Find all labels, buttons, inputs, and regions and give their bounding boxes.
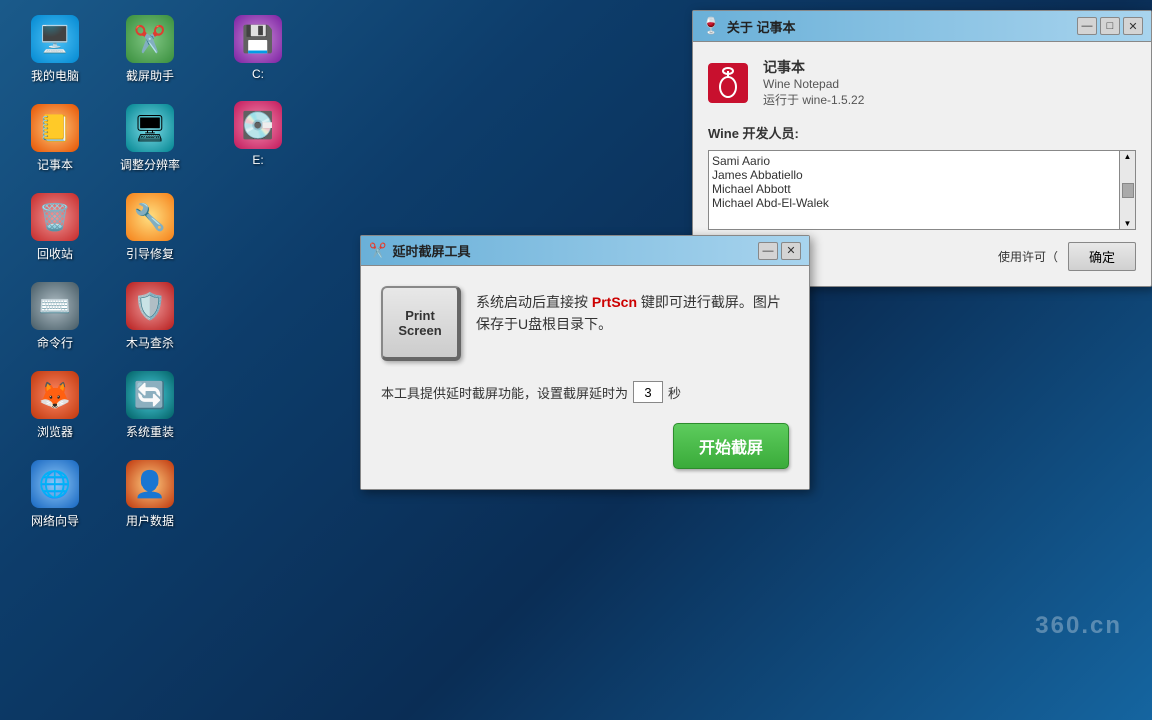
tool-dialog-titlebar: ✂️ 延时截屏工具 — ✕ (361, 236, 809, 266)
network-icon: 🌐 (31, 460, 79, 508)
tool-dialog-content: Print Screen 系统启动后直接按 PrtScn 键即可进行截屏。图片保… (361, 266, 809, 489)
disk-c-icon: 💾 (234, 15, 282, 63)
about-app-version: 运行于 wine-1.5.22 (763, 91, 864, 108)
notepad-icon: 📒 (31, 104, 79, 152)
tool-minimize-button[interactable]: — (758, 242, 778, 260)
scroll-down-icon[interactable]: ▼ (1124, 219, 1132, 228)
screenshot-icon: ✂️ (126, 15, 174, 63)
disk-e-label: E: (252, 153, 263, 167)
repair-icon: 🔧 (126, 193, 174, 241)
desktop-icon-network[interactable]: 🌐 网络向导 (15, 455, 95, 534)
about-app-subname: Wine Notepad (763, 77, 864, 91)
info-text-before: 系统启动后直接按 (476, 294, 592, 310)
reinstall-icon: 🔄 (126, 371, 174, 419)
scroll-thumb (1122, 183, 1134, 198)
tool-info-row: Print Screen 系统启动后直接按 PrtScn 键即可进行截屏。图片保… (381, 286, 789, 361)
developer-item-3: Michael Abd-El-Walek (712, 196, 1116, 210)
desktop-icon-grid: 🖥️ 我的电脑 📒 记事本 🗑️ 回收站 ⌨️ 命令行 🦊 浏览器 🌐 网络向导 (15, 10, 95, 690)
screenshot-label: 截屏助手 (126, 67, 174, 84)
about-maximize-button[interactable]: □ (1100, 17, 1120, 35)
virus-label: 木马查杀 (126, 334, 174, 351)
printscreen-line2: Screen (398, 323, 441, 338)
about-ok-button[interactable]: 确定 (1068, 242, 1136, 271)
desktop-icon-trash[interactable]: 🗑️ 回收站 (15, 188, 95, 267)
about-minimize-button[interactable]: — (1077, 17, 1097, 35)
about-app-name: 记事本 (763, 57, 864, 77)
start-capture-button[interactable]: 开始截屏 (673, 423, 789, 469)
about-developers-list[interactable]: Sami Aario James Abbatiello Michael Abbo… (708, 150, 1120, 230)
desktop-icon-disk-c[interactable]: 💾 C: (218, 10, 298, 86)
virus-icon: 🛡️ (126, 282, 174, 330)
developer-item-1: James Abbatiello (712, 168, 1116, 182)
desktop-icon-notepad[interactable]: 📒 记事本 (15, 99, 95, 178)
desktop-icon-cmd[interactable]: ⌨️ 命令行 (15, 277, 95, 356)
tool-info-text: 系统启动后直接按 PrtScn 键即可进行截屏。图片保存于U盘根目录下。 (476, 286, 789, 336)
desktop-icon-virus[interactable]: 🛡️ 木马查杀 (110, 277, 190, 356)
trash-icon: 🗑️ (31, 193, 79, 241)
desktop-icon-my-computer[interactable]: 🖥️ 我的电脑 (15, 10, 95, 89)
delay-row: 本工具提供延时截屏功能，设置截屏延时为 秒 (381, 381, 789, 403)
userdata-label: 用户数据 (126, 512, 174, 529)
about-developers-title: Wine 开发人员: (708, 123, 1136, 142)
desktop-icon-resolution[interactable]: 🖥 调整分辨率 (110, 99, 190, 178)
tool-dialog: ✂️ 延时截屏工具 — ✕ Print Screen 系统启动后直接按 PrtS… (360, 235, 810, 490)
disk-e-icon: 💽 (234, 101, 282, 149)
browser-icon: 🦊 (31, 371, 79, 419)
network-label: 网络向导 (31, 512, 79, 529)
desktop-icon-userdata[interactable]: 👤 用户数据 (110, 455, 190, 534)
tool-title-text: 延时截屏工具 (392, 241, 470, 260)
resolution-label: 调整分辨率 (120, 156, 180, 173)
notepad-label: 记事本 (37, 156, 73, 173)
userdata-icon: 👤 (126, 460, 174, 508)
scroll-up-icon[interactable]: ▲ (1124, 152, 1132, 161)
desktop-icon-reinstall[interactable]: 🔄 系统重装 (110, 366, 190, 445)
my-computer-icon: 🖥️ (31, 15, 79, 63)
desktop-icon-screenshot[interactable]: ✂️ 截屏助手 (110, 10, 190, 89)
reinstall-label: 系统重装 (126, 423, 174, 440)
desktop: 🖥️ 我的电脑 📒 记事本 🗑️ 回收站 ⌨️ 命令行 🦊 浏览器 🌐 网络向导… (0, 0, 1152, 720)
about-window-controls: — □ ✕ (1077, 17, 1143, 35)
tool-close-button[interactable]: ✕ (781, 242, 801, 260)
cmd-label: 命令行 (37, 334, 73, 351)
about-title-text: 关于 记事本 (727, 17, 796, 36)
about-app-info: 记事本 Wine Notepad 运行于 wine-1.5.22 (763, 57, 864, 108)
about-app-row: 记事本 Wine Notepad 运行于 wine-1.5.22 (708, 57, 1136, 108)
about-close-button[interactable]: ✕ (1123, 17, 1143, 35)
desktop-icon-disk-e[interactable]: 💽 E: (218, 96, 298, 172)
about-titlebar: 🍷 关于 记事本 — □ ✕ (693, 11, 1151, 42)
tool-action-row: 开始截屏 (381, 423, 789, 469)
resolution-icon: 🖥 (126, 104, 174, 152)
tool-title-icon: ✂️ (369, 242, 386, 259)
printscreen-key: Print Screen (381, 286, 461, 361)
developer-item-0: Sami Aario (712, 154, 1116, 168)
developers-scrollbar[interactable]: ▲ ▼ (1120, 150, 1136, 230)
delay-input[interactable] (633, 381, 663, 403)
wine-logo-svg (710, 65, 746, 101)
printscreen-line1: Print (405, 308, 435, 323)
disk-c-label: C: (252, 67, 264, 81)
repair-label: 引导修复 (126, 245, 174, 262)
trash-label: 回收站 (37, 245, 73, 262)
watermark: 360.cn (1035, 612, 1122, 640)
about-titlebar-left: 🍷 关于 记事本 (701, 16, 796, 36)
about-title-icon: 🍷 (701, 16, 721, 36)
about-developers-list-container: Sami Aario James Abbatiello Michael Abbo… (708, 150, 1136, 230)
license-label: 使用许可（ (998, 248, 1058, 265)
browser-label: 浏览器 (37, 423, 73, 440)
desktop-icon-browser[interactable]: 🦊 浏览器 (15, 366, 95, 445)
tool-dialog-title-left: ✂️ 延时截屏工具 (369, 241, 470, 260)
wine-logo (708, 63, 748, 103)
cmd-icon: ⌨️ (31, 282, 79, 330)
my-computer-label: 我的电脑 (31, 67, 79, 84)
tool-dialog-controls: — ✕ (758, 242, 801, 260)
delay-text-after: 秒 (668, 383, 681, 402)
info-highlight: PrtScn (592, 294, 637, 310)
delay-text-before: 本工具提供延时截屏功能，设置截屏延时为 (381, 383, 628, 402)
developer-item-2: Michael Abbott (712, 182, 1116, 196)
desktop-icon-repair[interactable]: 🔧 引导修复 (110, 188, 190, 267)
